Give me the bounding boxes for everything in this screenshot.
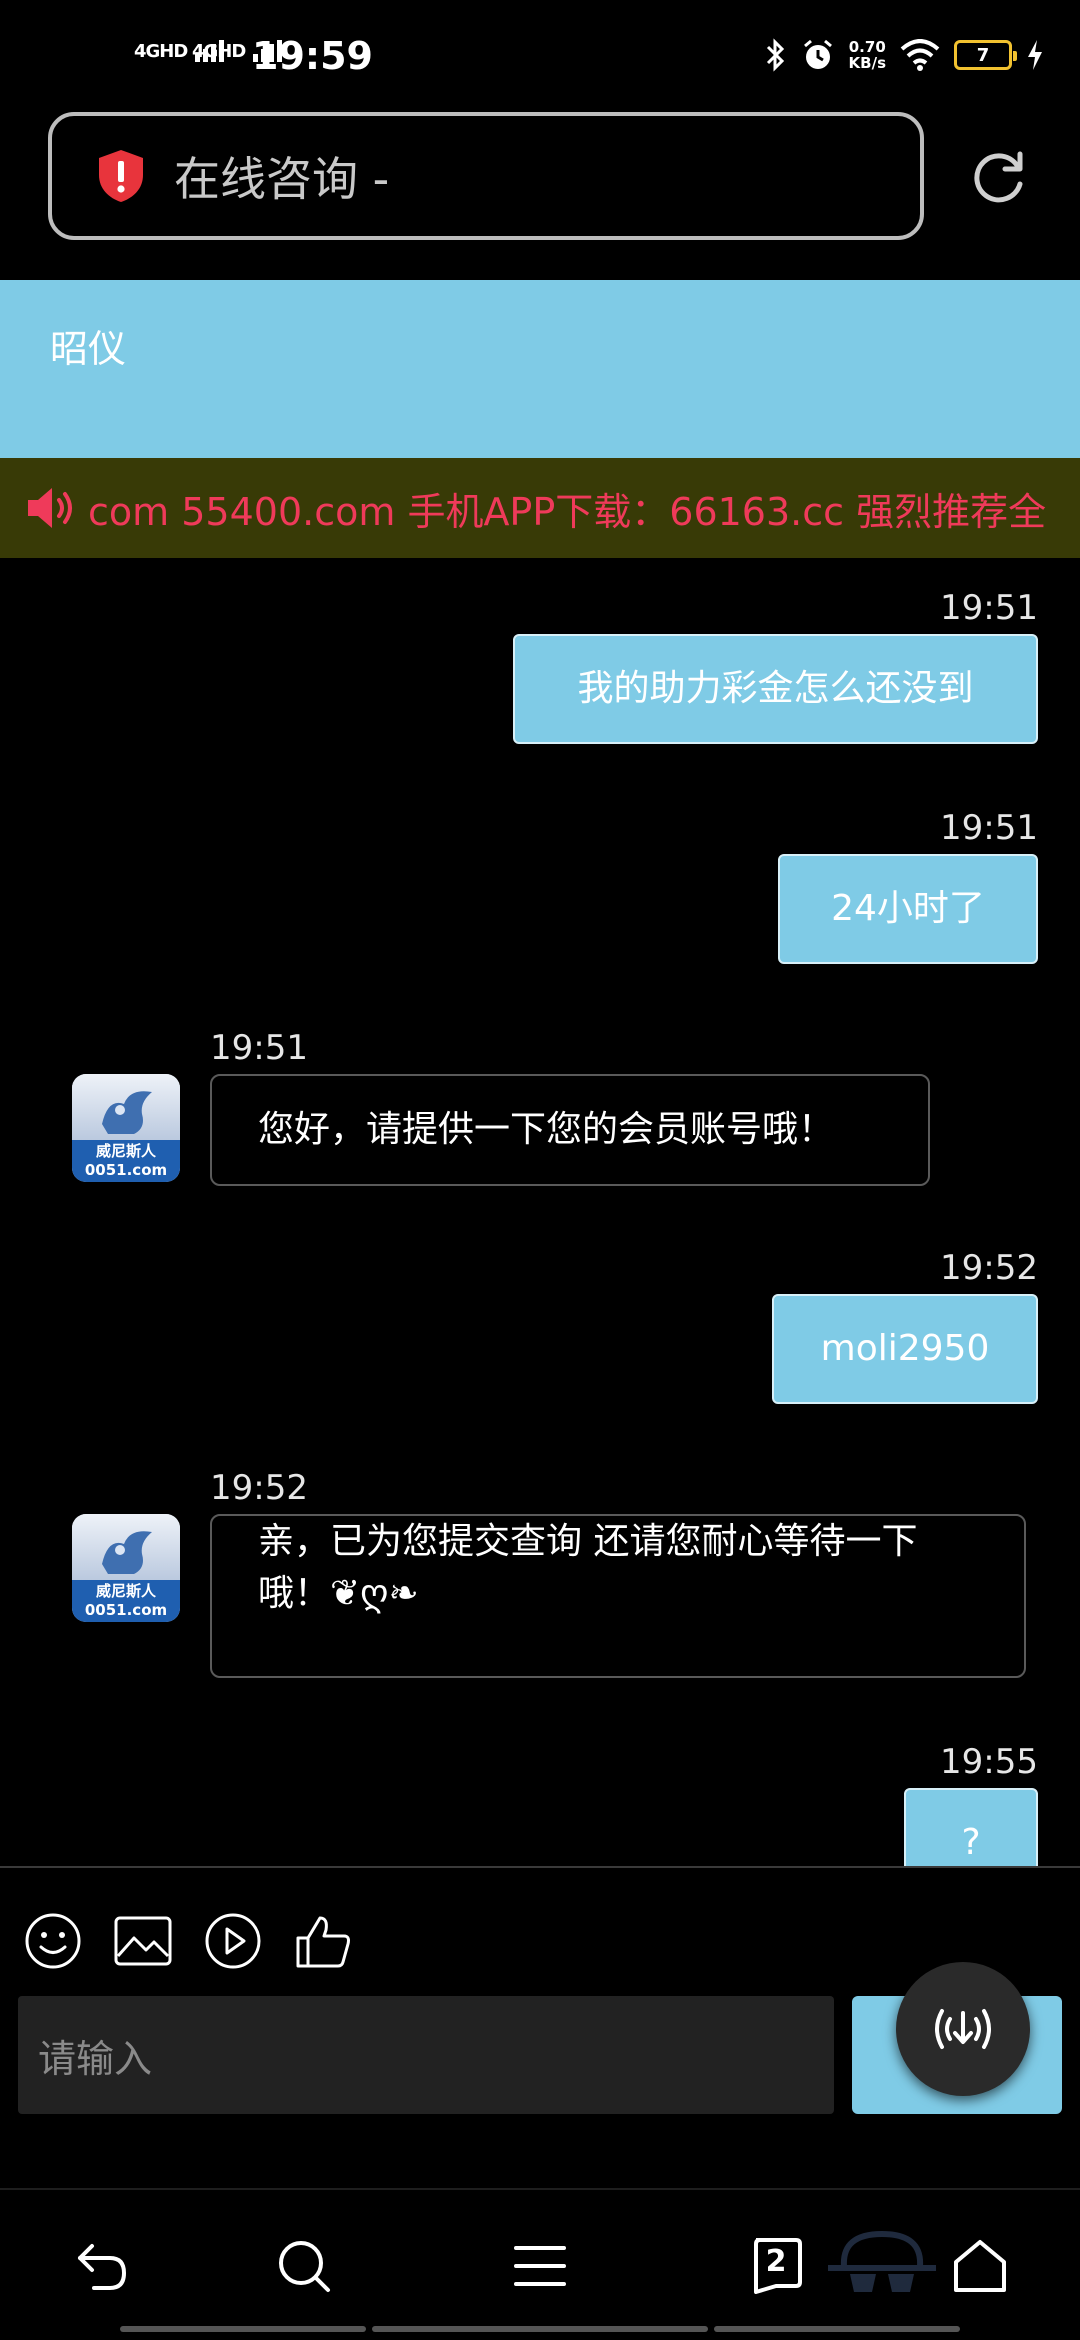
winged-lion-logo-icon — [102, 1091, 152, 1134]
download-broadcast-icon — [935, 2009, 991, 2049]
tab-count: 2 — [765, 2244, 787, 2279]
outgoing-message-bubble[interactable]: moli2950 — [772, 1294, 1038, 1404]
outgoing-message-bubble[interactable]: ? — [904, 1788, 1038, 1866]
charging-icon — [1028, 40, 1042, 70]
message-input[interactable]: 请输入 — [18, 1996, 834, 2114]
announcement-marquee[interactable]: com 55400.com 手机APP下载：66163.cc 强烈推荐全网 — [0, 458, 1080, 558]
announcement-text: com 55400.com 手机APP下载：66163.cc 强烈推荐全网 — [88, 489, 1048, 534]
tabs-button[interactable]: 2 — [748, 2236, 804, 2294]
agent-name: 昭仪 — [50, 327, 127, 371]
page-title: 在线咨询 - — [174, 152, 390, 206]
gesture-bar — [714, 2326, 960, 2332]
video-icon[interactable] — [204, 1912, 262, 1970]
net-speed: 0.70 KB/s — [849, 39, 886, 71]
image-icon[interactable] — [114, 1912, 172, 1970]
message-time: 19:51 — [210, 1028, 308, 1068]
message-text: ? — [961, 1822, 981, 1863]
nav-divider — [0, 2188, 1080, 2190]
composer-divider — [0, 1866, 1080, 1868]
network-type-2: 4GHD — [192, 41, 246, 62]
incognito-icon[interactable] — [822, 2226, 942, 2306]
battery-level: 7 — [976, 44, 990, 66]
back-icon[interactable] — [72, 2236, 132, 2296]
net-speed-unit: KB/s — [848, 54, 886, 72]
clock: 19:59 — [252, 34, 373, 78]
message-text: moli2950 — [820, 1328, 990, 1369]
home-icon[interactable] — [950, 2236, 1010, 2296]
message-list[interactable]: 19:51 我的助力彩金怎么还没到 19:51 24小时了 19:51 威尼斯人… — [0, 558, 1080, 1866]
message-time: 19:51 — [940, 588, 1038, 628]
chat-header: 昭仪 — [0, 280, 1080, 458]
avatar-brand: 威尼斯人 0051.com — [72, 1140, 180, 1182]
input-placeholder: 请输入 — [38, 2036, 153, 2081]
wifi-icon — [900, 39, 940, 71]
message-time: 19:52 — [940, 1248, 1038, 1288]
emoji-icon[interactable] — [24, 1912, 82, 1970]
message-text: 您好，请提供一下您的会员账号哦！ — [258, 1109, 835, 1150]
bluetooth-icon — [766, 38, 784, 72]
gesture-bar — [372, 2326, 708, 2332]
status-bar: 4GHD 4GHD 19:59 0.70 KB/s 7 — [0, 0, 1080, 112]
message-text: 我的助力彩金怎么还没到 — [577, 668, 974, 709]
outgoing-message-bubble[interactable]: 24小时了 — [778, 854, 1038, 964]
incoming-message-bubble[interactable]: 您好，请提供一下您的会员账号哦！ — [210, 1074, 930, 1186]
message-time: 19:55 — [940, 1742, 1038, 1782]
gesture-bar — [120, 2326, 366, 2332]
menu-icon[interactable] — [510, 2236, 570, 2296]
message-time: 19:52 — [210, 1468, 308, 1508]
incoming-message-bubble[interactable]: 亲，已为您提交查询 还请您耐心等待一下 哦！❦ღ❧ — [210, 1514, 1026, 1678]
avatar-brand-line2: 0051.com — [84, 1161, 168, 1179]
message-time: 19:51 — [940, 808, 1038, 848]
search-icon[interactable] — [274, 2236, 334, 2296]
message-text-line: 哦！❦ღ❧ — [258, 1573, 419, 1614]
message-text: 24小时了 — [831, 888, 985, 929]
url-bar[interactable]: 在线咨询 - — [48, 112, 924, 240]
floating-download-button[interactable] — [896, 1962, 1030, 2096]
security-warning-icon[interactable] — [96, 148, 146, 204]
avatar-brand-line1: 威尼斯人 — [95, 1582, 156, 1600]
avatar-brand: 威尼斯人 0051.com — [72, 1580, 180, 1622]
status-icons: 0.70 KB/s 7 — [765, 38, 1044, 72]
avatar-brand-line1: 威尼斯人 — [95, 1142, 156, 1160]
outgoing-message-bubble[interactable]: 我的助力彩金怎么还没到 — [513, 634, 1038, 744]
battery-icon: 7 — [954, 40, 1017, 70]
network-type-1: 4GHD — [134, 41, 188, 62]
agent-avatar[interactable]: 威尼斯人 0051.com — [72, 1074, 180, 1182]
net-speed-value: 0.70 — [848, 38, 886, 56]
message-text-line: 亲，已为您提交查询 还请您耐心等待一下 — [258, 1521, 918, 1562]
screen: 4GHD 4GHD 19:59 0.70 KB/s 7 在线咨询 - 昭仪 co… — [0, 0, 1080, 2340]
avatar-brand-line2: 0051.com — [84, 1601, 168, 1619]
alarm-icon — [803, 39, 832, 69]
refresh-icon[interactable] — [970, 148, 1028, 206]
winged-lion-logo-icon — [102, 1531, 152, 1574]
thumbs-up-icon[interactable] — [294, 1912, 352, 1970]
speaker-icon — [28, 488, 72, 528]
agent-avatar[interactable]: 威尼斯人 0051.com — [72, 1514, 180, 1622]
